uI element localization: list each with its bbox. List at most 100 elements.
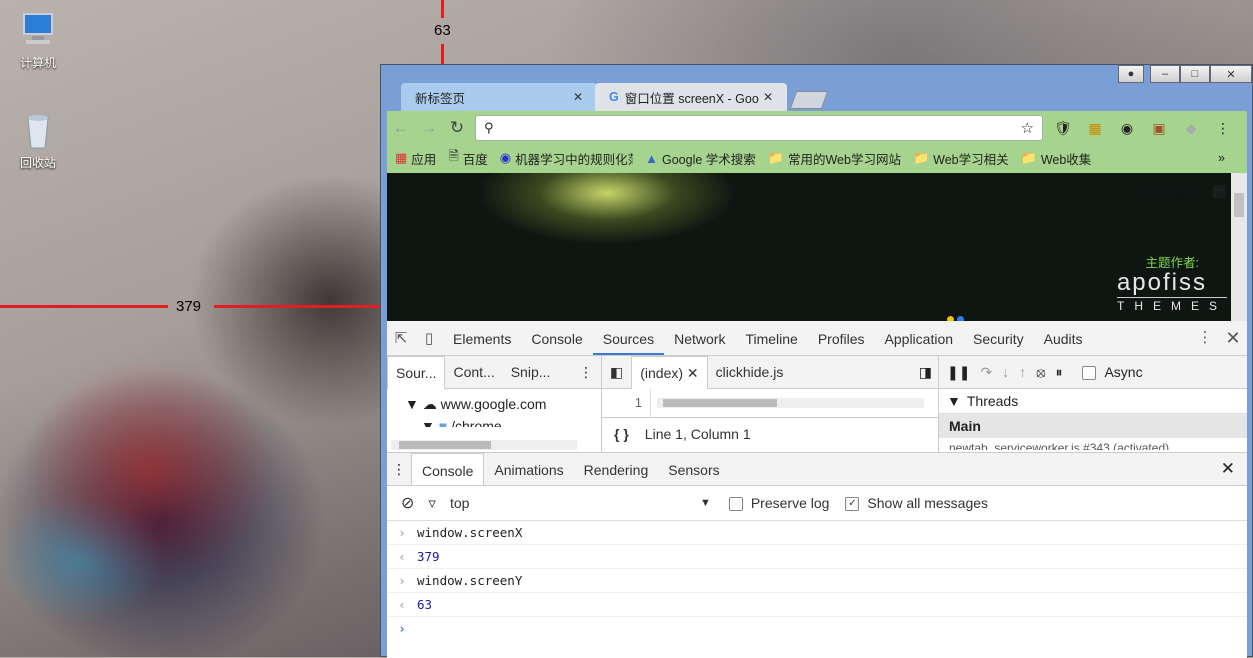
- toggle-debugger-icon[interactable]: ◨: [919, 364, 932, 381]
- desktop-icon-recycle-bin[interactable]: 回收站: [8, 110, 68, 171]
- drawer-tab-sensors[interactable]: Sensors: [658, 453, 729, 485]
- subtab-content-scripts[interactable]: Cont...: [445, 356, 502, 388]
- tab-new-tab[interactable]: 新标签页 ✕: [401, 83, 597, 111]
- tab-close-icon[interactable]: ✕: [763, 90, 773, 104]
- bookmark-folder-web-learning[interactable]: 📁 Web学习相关: [913, 149, 1009, 168]
- pause-on-exceptions-icon[interactable]: ⏸: [1055, 364, 1062, 381]
- cursor-position: Line 1, Column 1: [644, 426, 751, 442]
- tab-profiles[interactable]: Profiles: [808, 321, 875, 355]
- forward-arrow-icon[interactable]: →: [415, 118, 443, 138]
- bookmark-label: Web学习相关: [933, 152, 1009, 167]
- bookmark-folder-web-sites[interactable]: 📁 常用的Web学习网站: [768, 149, 901, 168]
- editor-tab-index[interactable]: (index) ✕: [631, 355, 708, 389]
- apps-launcher-icon[interactable]: ▦: [1212, 181, 1227, 201]
- editor-tab-clickhide[interactable]: clickhide.js: [708, 356, 792, 388]
- images-link[interactable]: 图片: [1175, 183, 1201, 202]
- tree-item-domain[interactable]: ▼ ☁ www.google.com: [405, 393, 601, 415]
- drawer-tab-animations[interactable]: Animations: [484, 453, 573, 485]
- bookmarks-overflow-button[interactable]: »: [1218, 151, 1225, 165]
- tab-timeline[interactable]: Timeline: [735, 321, 807, 355]
- profile-button[interactable]: ●: [1118, 65, 1144, 83]
- bookmark-baidu[interactable]: 🗎 百度: [448, 147, 487, 169]
- console-result: 63: [417, 597, 433, 612]
- step-out-icon[interactable]: ↑: [1019, 364, 1026, 380]
- bookmark-label: 应用: [411, 152, 437, 167]
- tab-screenx[interactable]: G 窗口位置 screenX - Goo ✕: [595, 83, 787, 111]
- tab-security[interactable]: Security: [963, 321, 1034, 355]
- ruler-extension-icon[interactable]: ▦: [1079, 120, 1111, 137]
- context-dropdown-icon[interactable]: ▼: [700, 497, 711, 509]
- bookmark-google-scholar[interactable]: ▲ Google 学术搜索: [645, 149, 756, 168]
- diamond-extension-icon[interactable]: ◆: [1175, 120, 1207, 137]
- recycle-bin-icon: [18, 110, 58, 150]
- clear-console-icon[interactable]: ⊘: [401, 493, 414, 513]
- tab-application[interactable]: Application: [875, 321, 964, 355]
- thread-main[interactable]: Main: [939, 414, 1247, 438]
- device-toolbar-icon[interactable]: ▯: [415, 329, 443, 347]
- omnibox[interactable]: ⚲ ☆: [475, 115, 1043, 141]
- back-arrow-icon[interactable]: ←: [387, 118, 415, 138]
- carousel-dots[interactable]: [947, 311, 967, 321]
- tab-sources[interactable]: Sources: [592, 321, 665, 355]
- devtools-close-icon[interactable]: ✕: [1219, 328, 1247, 349]
- filter-icon[interactable]: ▿: [428, 494, 436, 512]
- toggle-navigator-icon[interactable]: ◧: [602, 356, 631, 388]
- bookmark-ml-regularization[interactable]: ◉ 机器学习中的规则化范: [500, 149, 633, 168]
- tab-title: 窗口位置 screenX - Goo: [624, 91, 759, 106]
- thread-serviceworker[interactable]: newtab_serviceworker.js #343 (activated): [939, 438, 1247, 450]
- editor-tab-close-icon[interactable]: ✕: [687, 365, 699, 381]
- tab-elements[interactable]: Elements: [443, 321, 521, 355]
- drawer-close-icon[interactable]: ✕: [1221, 459, 1235, 479]
- devtools-menu-kebab-icon[interactable]: ⋮: [1191, 328, 1219, 349]
- google-favicon-icon: G: [609, 90, 619, 104]
- console-prompt[interactable]: ›: [387, 617, 1247, 640]
- navigator-menu-kebab-icon[interactable]: ⋮: [579, 364, 593, 381]
- page-scrollbar[interactable]: [1231, 173, 1247, 321]
- async-checkbox[interactable]: Async: [1082, 364, 1143, 381]
- threads-header[interactable]: ▼ Threads: [939, 389, 1247, 414]
- new-tab-button[interactable]: [789, 91, 829, 109]
- tab-console[interactable]: Console: [521, 321, 592, 355]
- result-arrow-icon: ‹: [398, 597, 406, 612]
- maximize-button[interactable]: □: [1180, 65, 1210, 83]
- menu-kebab-icon[interactable]: ⋮: [1207, 120, 1239, 137]
- bookmark-apps[interactable]: ▦ 应用: [395, 149, 436, 168]
- bookmark-label: 百度: [462, 152, 488, 167]
- subtab-snippets[interactable]: Snip...: [503, 356, 559, 388]
- close-window-button[interactable]: ✕: [1210, 65, 1252, 83]
- bookmark-folder-web-collect[interactable]: 📁 Web收集: [1021, 149, 1092, 168]
- show-all-messages-checkbox[interactable]: ✓ Show all messages: [845, 495, 988, 512]
- camera-extension-icon[interactable]: ◉: [1111, 120, 1143, 137]
- pretty-print-icon[interactable]: { }: [614, 426, 629, 442]
- pause-icon[interactable]: ❚❚: [947, 364, 970, 381]
- instagram-extension-icon[interactable]: ▣: [1143, 120, 1175, 137]
- step-into-icon[interactable]: ↓: [1002, 364, 1009, 380]
- shield-extension-icon[interactable]: 🛡: [1047, 120, 1079, 137]
- cloud-icon: ☁: [422, 396, 437, 412]
- tree-item-folder[interactable]: ▼ ■ /chrome: [405, 415, 601, 427]
- inspect-element-icon[interactable]: ⇱: [387, 329, 415, 347]
- drawer-menu-kebab-icon[interactable]: ⋮: [387, 461, 411, 478]
- tab-network[interactable]: Network: [664, 321, 735, 355]
- navigator-hscrollbar[interactable]: [391, 440, 577, 450]
- marker-vertical-bottom: [441, 44, 444, 64]
- step-over-icon[interactable]: ↷: [980, 364, 992, 381]
- subtab-sources[interactable]: Sour...: [387, 355, 446, 389]
- reload-icon[interactable]: ↻: [443, 118, 471, 138]
- search-icon: ⚲: [484, 120, 494, 135]
- gmail-link[interactable]: Gmail: [1133, 183, 1167, 198]
- tab-close-icon[interactable]: ✕: [573, 90, 583, 104]
- browser-toolbar: ← → ↻ ⚲ ☆ 🛡 ▦ ◉ ▣ ◆ ⋮ ▦ 应用 🗎 百度 ◉ 机器学习中的规则化…: [387, 111, 1247, 173]
- preserve-log-checkbox[interactable]: Preserve log: [728, 495, 829, 512]
- omnibox-input[interactable]: [499, 119, 1021, 137]
- marker-horizontal-right: [214, 305, 380, 308]
- desktop-icon-computer[interactable]: 计算机: [8, 10, 68, 71]
- deactivate-breakpoints-icon[interactable]: ⦻: [1036, 364, 1045, 381]
- editor-hscrollbar[interactable]: [657, 398, 924, 408]
- star-icon[interactable]: ☆: [1021, 119, 1034, 137]
- minimize-button[interactable]: –: [1150, 65, 1180, 83]
- context-selector[interactable]: top: [450, 495, 700, 511]
- drawer-tab-console[interactable]: Console: [411, 453, 485, 485]
- drawer-tab-rendering[interactable]: Rendering: [574, 453, 659, 485]
- tab-audits[interactable]: Audits: [1034, 321, 1093, 355]
